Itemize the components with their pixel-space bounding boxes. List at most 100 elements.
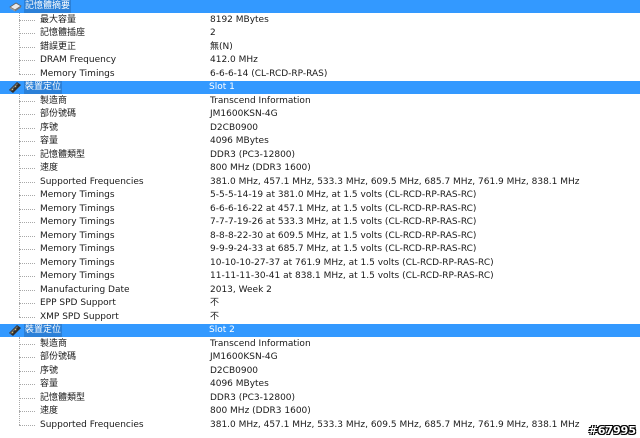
section-header-label: 裝置定位 bbox=[24, 324, 63, 337]
tree-vertical-line bbox=[19, 337, 20, 425]
tree-row[interactable]: Memory Timings 5-5-5-14-19 at 381.0 MHz,… bbox=[0, 189, 640, 203]
property-label: DRAM Frequency bbox=[40, 55, 117, 65]
tree-row[interactable]: Memory Timings 11-11-11-30-41 at 838.1 M… bbox=[0, 270, 640, 284]
tree-branch-line bbox=[19, 235, 35, 237]
tree-row[interactable]: 序號 D2CB0900 bbox=[0, 365, 640, 379]
tree-branch-line bbox=[19, 168, 35, 169]
property-label: Memory Timings bbox=[40, 190, 115, 200]
property-value: 2 bbox=[210, 28, 216, 38]
property-label: 序號 bbox=[40, 122, 59, 133]
tree-row[interactable]: Memory Timings 10-10-10-27-37 at 761.9 M… bbox=[0, 257, 640, 271]
property-label: 序號 bbox=[40, 365, 59, 376]
tree-branch-line bbox=[19, 289, 35, 291]
tree-row[interactable]: Manufacturing Date 2013, Week 2 bbox=[0, 284, 640, 298]
tree-row[interactable]: DRAM Frequency 412.0 MHz bbox=[0, 54, 640, 68]
property-value: 4096 MBytes bbox=[210, 136, 269, 146]
tree-row[interactable]: Memory Timings 6-6-6-16-22 at 457.1 MHz,… bbox=[0, 203, 640, 217]
tree-row[interactable]: 部份號碼 JM1600KSN-4G bbox=[0, 351, 640, 365]
property-label: 製造商 bbox=[40, 95, 68, 106]
property-label: 記憶體插座 bbox=[40, 28, 86, 38]
tree-row[interactable]: 容量 4096 MBytes bbox=[0, 378, 640, 392]
tree-branch-line bbox=[19, 262, 35, 264]
property-label: Manufacturing Date bbox=[40, 284, 130, 295]
tree-row[interactable]: Memory Timings 8-8-8-22-30 at 609.5 MHz,… bbox=[0, 230, 640, 244]
property-value: 8-8-8-22-30 at 609.5 MHz, at 1.5 volts (… bbox=[210, 230, 477, 241]
tree-row[interactable]: 錯誤更正 無(N) bbox=[0, 41, 640, 55]
tree-branch-line bbox=[19, 154, 35, 156]
tree-branch-line bbox=[19, 357, 35, 358]
property-label: 部份號碼 bbox=[40, 109, 77, 119]
tree-branch-line bbox=[19, 249, 35, 250]
tree-branch-line bbox=[19, 46, 35, 48]
tree-row[interactable]: 序號 D2CB0900 bbox=[0, 122, 640, 136]
tree-row[interactable]: Memory Timings 7-7-7-19-26 at 533.3 MHz,… bbox=[0, 216, 640, 230]
tree-branch-line bbox=[19, 195, 35, 196]
tree-branch-line bbox=[19, 424, 35, 426]
section-header-slot-1[interactable]: 裝置定位 Slot 1 bbox=[0, 81, 640, 94]
section-header-memory-summary[interactable]: 記憶體摘要 bbox=[0, 0, 640, 13]
section-header-slot-2[interactable]: 裝置定位 Slot 2 bbox=[0, 324, 640, 337]
watermark: #67995 bbox=[588, 424, 637, 437]
property-label: 部份號碼 bbox=[40, 352, 77, 362]
tree-branch-line bbox=[19, 127, 35, 129]
tree-branch-line bbox=[19, 384, 35, 385]
memory-stick-icon bbox=[9, 82, 22, 93]
tree-row[interactable]: Memory Timings 9-9-9-24-33 at 685.7 MHz,… bbox=[0, 243, 640, 257]
tree-branch-line bbox=[19, 73, 35, 75]
property-value: JM1600KSN-4G bbox=[210, 109, 278, 119]
tree-row[interactable]: 記憶體插座 2 bbox=[0, 27, 640, 41]
tree-row[interactable]: 容量 4096 MBytes bbox=[0, 135, 640, 149]
property-label: 製造商 bbox=[40, 338, 68, 349]
property-label: 容量 bbox=[40, 379, 59, 389]
tree-branch-line bbox=[19, 60, 35, 61]
property-label: Memory Timings bbox=[40, 271, 115, 281]
section-header-label: 記憶體摘要 bbox=[24, 0, 72, 13]
tree-branch-line bbox=[19, 114, 35, 115]
memory-chip-icon bbox=[9, 1, 22, 12]
property-value: 7-7-7-19-26 at 533.3 MHz, at 1.5 volts (… bbox=[210, 217, 477, 227]
tree-branch-line bbox=[19, 370, 35, 372]
property-label: 最大容量 bbox=[40, 14, 77, 25]
tree-branch-line bbox=[19, 181, 35, 183]
tree-row[interactable]: Memory Timings 6-6-6-14 (CL-RCD-RP-RAS) bbox=[0, 68, 640, 82]
tree-branch-line bbox=[19, 343, 35, 345]
tree-row[interactable]: 記憶體類型 DDR3 (PC3-12800) bbox=[0, 392, 640, 406]
section-header-value: Slot 2 bbox=[209, 325, 235, 335]
tree-row[interactable]: 速度 800 MHz (DDR3 1600) bbox=[0, 405, 640, 419]
tree-row[interactable]: 記憶體類型 DDR3 (PC3-12800) bbox=[0, 149, 640, 163]
tree-row[interactable]: 製造商 Transcend Information bbox=[0, 338, 640, 352]
tree-branch-line bbox=[19, 316, 35, 318]
property-value: 8192 MBytes bbox=[210, 14, 269, 25]
property-label: XMP SPD Support bbox=[40, 311, 119, 322]
property-value: 無(N) bbox=[210, 41, 233, 52]
tree-branch-line bbox=[19, 33, 35, 34]
tree-row[interactable]: EPP SPD Support 不 bbox=[0, 297, 640, 311]
tree-branch-line bbox=[19, 208, 35, 210]
property-label: Memory Timings bbox=[40, 257, 115, 268]
tree-vertical-line bbox=[19, 13, 20, 74]
property-value: 5-5-5-14-19 at 381.0 MHz, at 1.5 volts (… bbox=[210, 190, 477, 200]
tree-branch-line bbox=[19, 222, 35, 223]
tree-row[interactable]: 速度 800 MHz (DDR3 1600) bbox=[0, 162, 640, 176]
tree-row[interactable]: 部份號碼 JM1600KSN-4G bbox=[0, 108, 640, 122]
tree-branch-line bbox=[19, 276, 35, 277]
property-label: Memory Timings bbox=[40, 68, 115, 79]
tree-branch-line bbox=[19, 411, 35, 412]
section-header-value: Slot 1 bbox=[209, 82, 235, 92]
tree-branch-line bbox=[19, 19, 35, 21]
property-label: Memory Timings bbox=[40, 203, 115, 214]
property-value: DDR3 (PC3-12800) bbox=[210, 392, 296, 403]
tree-row[interactable]: 製造商 Transcend Information bbox=[0, 95, 640, 109]
property-value: 10-10-10-27-37 at 761.9 MHz, at 1.5 volt… bbox=[210, 257, 494, 268]
property-value: 381.0 MHz, 457.1 MHz, 533.3 MHz, 609.5 M… bbox=[210, 176, 580, 187]
property-value: 不 bbox=[210, 298, 220, 308]
tree-row[interactable]: XMP SPD Support 不 bbox=[0, 311, 640, 325]
tree-row[interactable]: Supported Frequencies 381.0 MHz, 457.1 M… bbox=[0, 176, 640, 190]
property-label: Memory Timings bbox=[40, 217, 115, 227]
tree-branch-line bbox=[19, 100, 35, 102]
property-value: D2CB0900 bbox=[210, 122, 259, 133]
tree-row[interactable]: 最大容量 8192 MBytes bbox=[0, 14, 640, 28]
property-label: EPP SPD Support bbox=[40, 298, 116, 308]
tree-row[interactable]: Supported Frequencies 381.0 MHz, 457.1 M… bbox=[0, 419, 640, 433]
property-value: Transcend Information bbox=[210, 338, 311, 349]
